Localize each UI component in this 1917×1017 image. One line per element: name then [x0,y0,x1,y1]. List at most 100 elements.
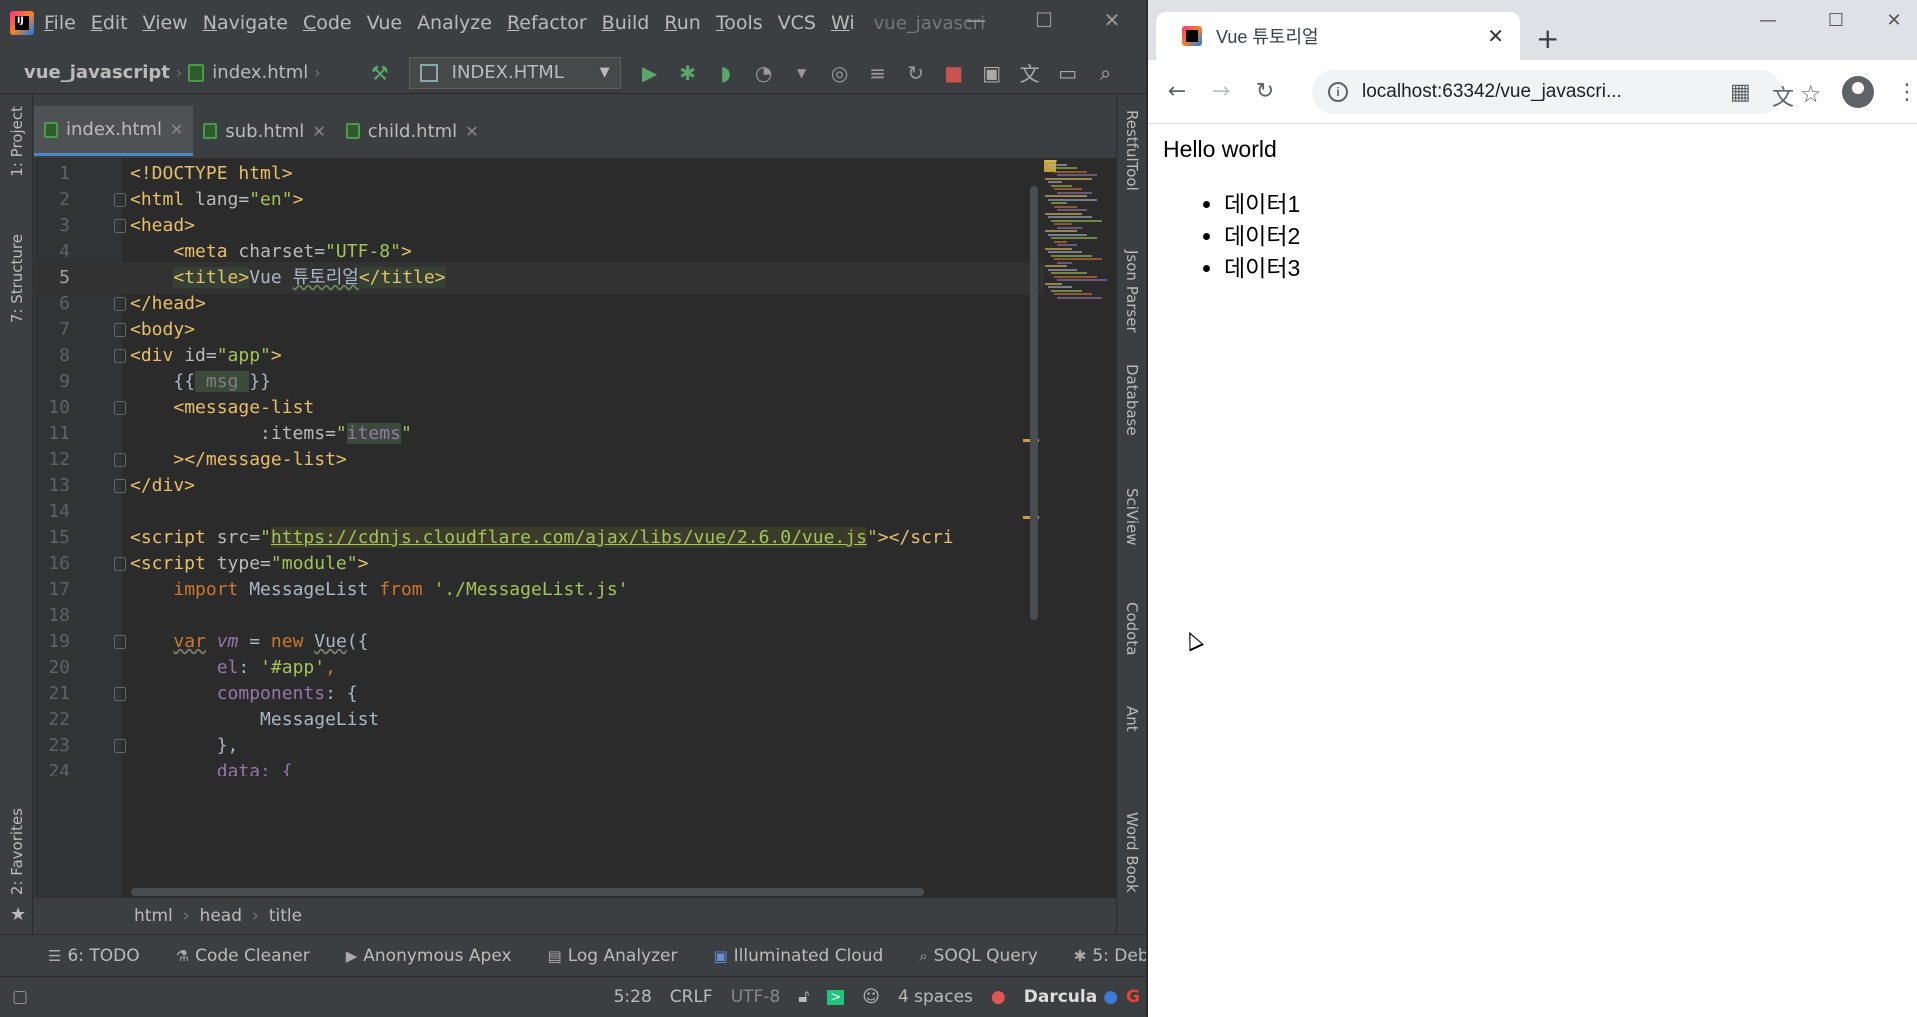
fold-icon[interactable] [114,323,126,337]
minimize-icon[interactable]: — [1748,10,1788,31]
build-hammer-icon[interactable]: ⚒ [367,60,393,86]
log-analyzer-tool-button[interactable]: ▤ Log Analyzer [548,946,678,966]
fold-icon[interactable] [114,687,126,701]
menu-wi[interactable]: Wi [831,12,855,34]
minimize-icon[interactable]: — [956,8,996,38]
fold-icon[interactable] [114,479,126,493]
star-icon[interactable]: ☆ [1800,80,1822,108]
tab-index-html[interactable]: index.html ✕ [34,106,194,156]
fold-icon[interactable] [114,453,126,467]
qr-code-icon[interactable]: ▦ [1730,80,1751,105]
profile-icon[interactable]: ◔ [751,60,777,86]
code-minimap[interactable] [1045,160,1115,320]
file-encoding[interactable]: UTF-8 [731,987,781,1007]
reload-icon[interactable]: ↻ [1250,79,1280,104]
fold-icon[interactable] [114,297,126,311]
ant-tool-button[interactable]: Ant [1123,706,1141,732]
close-icon[interactable]: ✕ [465,122,478,141]
code-token-url[interactable]: https://cdnjs.cloudflare.com/ajax/libs/v… [270,527,867,548]
fold-icon[interactable] [114,401,126,415]
illuminated-cloud-tool-button[interactable]: ▣ Illuminated Cloud [713,946,883,966]
maximize-icon[interactable]: ☐ [1816,10,1856,31]
fold-icon[interactable] [114,193,126,207]
fold-icon[interactable] [114,635,126,649]
translate-icon[interactable]: 文 [1772,80,1794,112]
inspector-icon[interactable]: ☺ [862,987,880,1007]
avatar[interactable] [1842,76,1874,108]
menu-run[interactable]: Run [664,12,700,34]
theme-icon[interactable]: ● [1103,987,1118,1007]
code-cleaner-tool-button[interactable]: ⚗ Code Cleaner [176,946,310,966]
word-book-tool-button[interactable]: Word Book [1123,812,1141,893]
json-parser-tool-button[interactable]: Json Parser [1123,250,1141,333]
fold-icon[interactable] [114,219,126,233]
translate-icon[interactable]: 文 [1017,60,1043,86]
soql-query-tool-button[interactable]: ⌕ SOQL Query [919,946,1038,966]
error-icon[interactable]: ● [991,987,1006,1007]
menu-build[interactable]: Build [602,12,650,34]
back-arrow-icon[interactable]: ← [1162,79,1192,104]
menu-view[interactable]: View [143,12,188,34]
fold-icon[interactable] [114,739,126,753]
close-icon[interactable]: ✕ [1874,10,1914,31]
more-vertical-icon[interactable]: ⋮ [1896,80,1917,105]
layout-toggle-icon[interactable]: ▢ [12,987,28,1007]
line-separator[interactable]: CRLF [670,987,713,1007]
close-icon[interactable]: ✕ [170,120,183,139]
menu-tools[interactable]: Tools [716,12,763,34]
browser-tab-active[interactable]: Vue 튜토리얼 ✕ [1156,12,1520,60]
sciview-tool-button[interactable]: SciView [1123,488,1141,546]
indent-setting[interactable]: 4 spaces [898,987,973,1007]
lock-icon[interactable]: 🔓︎ [798,987,809,1007]
menu-vue[interactable]: Vue [367,12,402,34]
breadcrumb-title[interactable]: title [269,906,302,926]
tab-child-html[interactable]: child.html ✕ [336,106,489,156]
menu-analyze[interactable]: Analyze [417,12,492,34]
chevron-down-icon[interactable]: ▼ [789,60,815,86]
new-tab-button[interactable]: + [1536,22,1559,55]
anonymous-apex-tool-button[interactable]: ▶ Anonymous Apex [346,946,512,966]
menu-navigate[interactable]: Navigate [203,12,288,34]
attach-debugger-icon[interactable]: ◎ [827,60,853,86]
forward-arrow-icon[interactable]: → [1206,79,1236,104]
database-tool-button[interactable]: Database [1123,364,1141,436]
menu-refactor[interactable]: Refactor [507,12,587,34]
run-icon[interactable]: ▶ [637,60,663,86]
breadcrumb-project[interactable]: vue_javascript [24,62,170,83]
project-tool-button[interactable]: 1: Project [8,106,26,177]
project-structure-icon[interactable]: ▣ [979,60,1005,86]
maximize-icon[interactable]: ☐ [1024,8,1064,38]
address-bar[interactable]: i localhost:63342/vue_javascri... [1312,70,1782,114]
breadcrumb-html[interactable]: html [134,906,173,926]
breadcrumb-file[interactable]: index.html [188,62,308,83]
tab-sub-html[interactable]: sub.html ✕ [193,106,335,156]
close-icon[interactable]: ✕ [1092,8,1132,38]
fold-icon[interactable] [114,349,126,363]
rerun-icon[interactable]: ↻ [903,60,929,86]
menu-vcs[interactable]: VCS [778,12,816,34]
debug-icon[interactable]: ✱ [675,60,701,86]
restfultool-tool-button[interactable]: RestfulTool [1123,110,1141,191]
horizontal-scrollbar[interactable] [131,888,924,896]
close-icon[interactable]: ✕ [312,122,325,141]
run-config-select[interactable]: INDEX.HTML ▼ [408,56,621,89]
stop-icon[interactable]: ■ [941,60,967,86]
menu-edit[interactable]: Edit [91,12,128,34]
fold-icon[interactable] [114,557,126,571]
theme-name[interactable]: Darcula [1024,987,1097,1007]
terminal-icon[interactable]: > [827,989,845,1005]
menu-code[interactable]: Code [303,12,352,34]
todo-tool-button[interactable]: ☰ 6: TODO [48,946,140,966]
menu-file[interactable]: File [44,12,76,34]
step-over-icon[interactable]: ≡ [865,60,891,86]
info-icon[interactable]: i [1328,82,1348,102]
structure-tool-button[interactable]: 7: Structure [8,234,26,323]
close-icon[interactable]: ✕ [1487,24,1504,49]
intellij-logo-icon[interactable]: IJ [10,11,34,35]
coverage-icon[interactable]: ◗ [713,60,739,86]
google-icon[interactable]: G [1126,987,1140,1007]
caret-position[interactable]: 5:28 [614,987,652,1007]
breadcrumb-head[interactable]: head [200,906,242,926]
search-icon[interactable]: ⌕ [1093,60,1119,86]
code-editor[interactable]: 1 <!DOCTYPE html> 2 <html lang="en"> 3 <hea… [34,158,1116,898]
